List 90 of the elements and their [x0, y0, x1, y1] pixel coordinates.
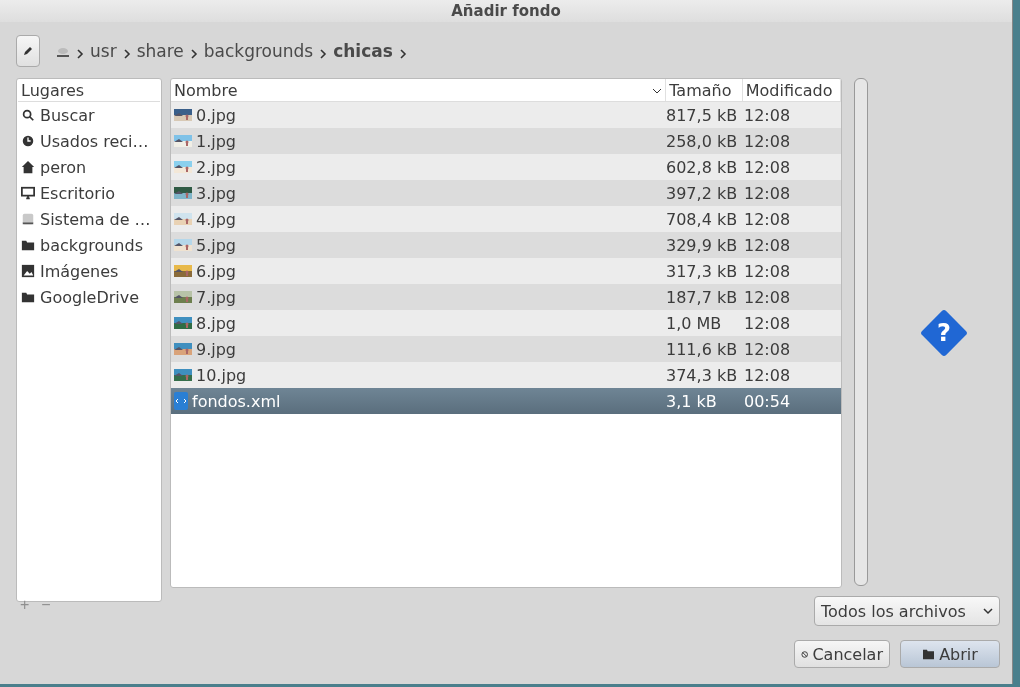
scrollbar[interactable] [854, 78, 868, 586]
file-modified: 12:08 [743, 105, 792, 125]
file-modified: 12:08 [743, 235, 792, 255]
file-row[interactable]: 2.jpg 602,8 kB 12:08 [171, 154, 841, 180]
image-icon [21, 264, 35, 278]
file-name: fondos.xml [192, 391, 281, 411]
place-item[interactable]: backgrounds [40, 235, 143, 255]
file-size: 111,6 kB [665, 339, 739, 359]
cancel-button[interactable]: Cancelar [794, 640, 890, 668]
pencil-icon [22, 45, 34, 57]
file-name: 0.jpg [196, 105, 237, 125]
open-button[interactable]: Abrir [900, 640, 1000, 668]
file-row[interactable]: 10.jpg 374,3 kB 12:08 [171, 362, 841, 388]
path-button[interactable]: usr [90, 41, 117, 61]
search-icon [21, 108, 35, 122]
file-modified: 12:08 [743, 339, 792, 359]
file-name: 3.jpg [196, 183, 237, 203]
column-header[interactable]: Modificado [742, 79, 841, 101]
file-size: 317,3 kB [665, 261, 739, 281]
place-item[interactable]: Imágenes [40, 261, 119, 281]
path-button[interactable]: share [136, 41, 184, 61]
file-row[interactable]: fondos.xml 3,1 kB 00:54 [171, 388, 841, 414]
place-item[interactable]: GoogleDrive [40, 287, 140, 307]
file-name: 9.jpg [196, 339, 237, 359]
path-button[interactable]: chicas [333, 41, 393, 61]
drive-icon [21, 212, 35, 226]
monitor-icon [21, 186, 35, 200]
file-name: 10.jpg [196, 365, 247, 385]
drive-icon[interactable] [56, 45, 70, 57]
place-item[interactable]: peron [40, 157, 87, 177]
file-row[interactable]: 7.jpg 187,7 kB 12:08 [171, 284, 841, 310]
file-name: 6.jpg [196, 261, 237, 281]
file-name: 5.jpg [196, 235, 237, 255]
file-modified: 12:08 [743, 313, 792, 333]
help-icon: ? [919, 308, 969, 358]
file-name: 4.jpg [196, 209, 237, 229]
file-name: 7.jpg [196, 287, 237, 307]
file-name: 1.jpg [196, 131, 237, 151]
places-header: Lugares [18, 79, 160, 102]
file-row[interactable]: 9.jpg 111,6 kB 12:08 [171, 336, 841, 362]
file-row[interactable]: 3.jpg 397,2 kB 12:08 [171, 180, 841, 206]
file-name: 2.jpg [196, 157, 237, 177]
chevron-icon [319, 49, 328, 59]
file-modified: 12:08 [743, 157, 792, 177]
file-row[interactable]: 4.jpg 708,4 kB 12:08 [171, 206, 841, 232]
caret-icon [983, 607, 993, 615]
file-size: 3,1 kB [665, 391, 718, 411]
file-size: 1,0 MB [665, 313, 723, 333]
sort-caret-icon [652, 86, 663, 95]
column-header[interactable]: Tamaño [666, 79, 743, 101]
file-size: 397,2 kB [665, 183, 739, 203]
filter-dropdown[interactable]: Todos los archivos [814, 596, 1000, 626]
clock-icon [21, 134, 35, 148]
file-modified: 12:08 [743, 287, 792, 307]
folder-icon [922, 648, 936, 660]
file-size: 187,7 kB [665, 287, 739, 307]
file-row[interactable]: 8.jpg 1,0 MB 12:08 [171, 310, 841, 336]
code-file-icon [174, 392, 188, 410]
edit-path-button[interactable] [16, 35, 40, 67]
window-title: Añadir fondo [451, 2, 561, 20]
file-modified: 12:08 [743, 209, 792, 229]
file-size: 258,0 kB [665, 131, 739, 151]
file-size: 329,9 kB [665, 235, 739, 255]
file-size: 817,5 kB [665, 105, 739, 125]
file-row[interactable]: 6.jpg 317,3 kB 12:08 [171, 258, 841, 284]
place-item[interactable]: Buscar [40, 105, 95, 125]
file-size: 708,4 kB [665, 209, 739, 229]
file-row[interactable]: 0.jpg 817,5 kB 12:08 [171, 102, 841, 128]
file-modified: 12:08 [743, 131, 792, 151]
chevron-icon [398, 49, 407, 59]
file-row[interactable]: 1.jpg 258,0 kB 12:08 [171, 128, 841, 154]
file-modified: 00:54 [743, 391, 792, 411]
place-item[interactable]: Sistema de … [40, 209, 151, 229]
chevron-icon [189, 49, 198, 59]
file-modified: 12:08 [743, 365, 792, 385]
file-modified: 12:08 [743, 183, 792, 203]
file-row[interactable]: 5.jpg 329,9 kB 12:08 [171, 232, 841, 258]
column-header[interactable]: Nombre [171, 79, 667, 101]
place-item[interactable]: Usados reci… [40, 131, 149, 151]
file-size: 374,3 kB [665, 365, 739, 385]
file-size: 602,8 kB [665, 157, 739, 177]
home-icon [21, 160, 35, 174]
file-name: 8.jpg [196, 313, 237, 333]
folder-icon [21, 238, 35, 252]
path-button[interactable]: backgrounds [203, 41, 314, 61]
chevron-icon [122, 49, 131, 59]
place-item[interactable]: Escritorio [40, 183, 116, 203]
file-modified: 12:08 [743, 261, 792, 281]
folder-icon [21, 290, 35, 304]
chevron-icon [76, 49, 84, 59]
